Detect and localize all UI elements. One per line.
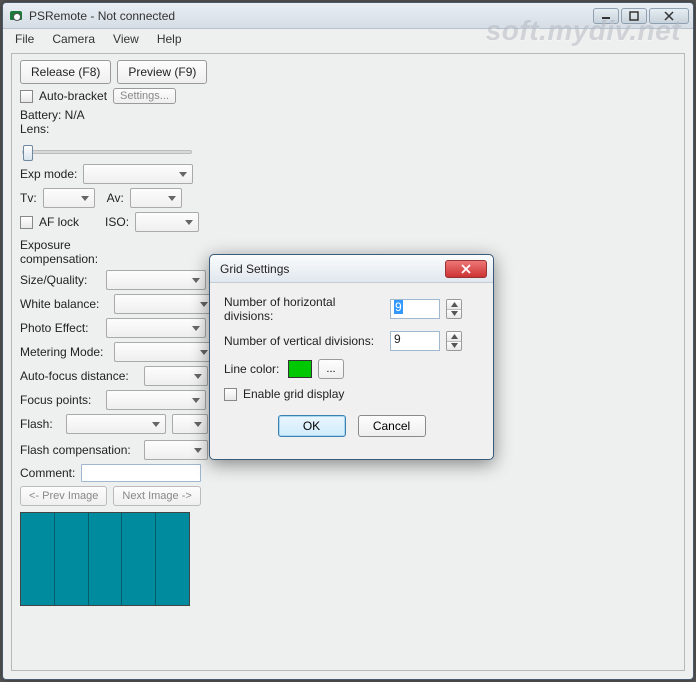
tv-label: Tv: bbox=[20, 191, 37, 205]
app-icon bbox=[9, 9, 25, 23]
preview-thumbnail-strip bbox=[20, 512, 190, 606]
preview-button[interactable]: Preview (F9) bbox=[117, 60, 207, 84]
vdiv-spinner[interactable] bbox=[446, 331, 462, 351]
expmode-combo[interactable] bbox=[83, 164, 193, 184]
flashcomp-label: Flash compensation: bbox=[20, 443, 138, 457]
hdiv-input[interactable]: 9 bbox=[390, 299, 440, 319]
aflock-checkbox[interactable] bbox=[20, 216, 33, 229]
dialog-titlebar[interactable]: Grid Settings bbox=[210, 255, 493, 283]
tv-combo[interactable] bbox=[43, 188, 95, 208]
enable-grid-checkbox[interactable] bbox=[224, 388, 237, 401]
whitebalance-combo[interactable] bbox=[114, 294, 214, 314]
vdiv-label: Number of vertical divisions: bbox=[224, 334, 384, 348]
hdiv-spinner[interactable] bbox=[446, 299, 462, 319]
expcomp-label: Exposure compensation: bbox=[20, 238, 150, 266]
sizequality-label: Size/Quality: bbox=[20, 273, 100, 287]
comment-label: Comment: bbox=[20, 466, 75, 480]
menu-camera[interactable]: Camera bbox=[44, 30, 103, 48]
photoeffect-label: Photo Effect: bbox=[20, 321, 100, 335]
lens-status: Lens: bbox=[20, 122, 676, 136]
chevron-up-icon bbox=[447, 300, 461, 310]
flash-sub-combo[interactable] bbox=[172, 414, 208, 434]
dialog-close-button[interactable] bbox=[445, 260, 487, 278]
flash-combo[interactable] bbox=[66, 414, 166, 434]
afdistance-label: Auto-focus distance: bbox=[20, 369, 138, 383]
vdiv-input[interactable]: 9 bbox=[390, 331, 440, 351]
window-title: PSRemote - Not connected bbox=[29, 9, 175, 23]
iso-label: ISO: bbox=[105, 215, 129, 229]
prev-image-button[interactable]: <- Prev Image bbox=[20, 486, 107, 506]
cancel-button[interactable]: Cancel bbox=[358, 415, 426, 437]
chevron-down-icon bbox=[447, 310, 461, 319]
sizequality-combo[interactable] bbox=[106, 270, 206, 290]
focuspoints-combo[interactable] bbox=[106, 390, 206, 410]
whitebalance-label: White balance: bbox=[20, 297, 108, 311]
zoom-slider-thumb[interactable] bbox=[23, 145, 33, 161]
enable-grid-label: Enable grid display bbox=[243, 387, 344, 401]
hdiv-label: Number of horizontal divisions: bbox=[224, 295, 384, 323]
flashcomp-combo[interactable] bbox=[144, 440, 208, 460]
autobracket-label: Auto-bracket bbox=[39, 89, 107, 103]
menu-help[interactable]: Help bbox=[149, 30, 190, 48]
comment-input[interactable] bbox=[81, 464, 201, 482]
av-combo[interactable] bbox=[130, 188, 182, 208]
linecolor-label: Line color: bbox=[224, 362, 282, 376]
menu-file[interactable]: File bbox=[7, 30, 42, 48]
aflock-label: AF lock bbox=[39, 215, 79, 229]
menu-view[interactable]: View bbox=[105, 30, 147, 48]
iso-combo[interactable] bbox=[135, 212, 199, 232]
watermark: soft.mydiv.net bbox=[486, 15, 681, 47]
dialog-title: Grid Settings bbox=[220, 262, 289, 276]
autobracket-checkbox[interactable] bbox=[20, 90, 33, 103]
chevron-down-icon bbox=[447, 342, 461, 351]
flash-label: Flash: bbox=[20, 417, 60, 431]
ok-button[interactable]: OK bbox=[278, 415, 346, 437]
metering-combo[interactable] bbox=[114, 342, 214, 362]
zoom-slider[interactable] bbox=[22, 150, 192, 154]
linecolor-browse-button[interactable]: ... bbox=[318, 359, 344, 379]
autobracket-settings-button[interactable]: Settings... bbox=[113, 88, 176, 104]
afdistance-combo[interactable] bbox=[144, 366, 208, 386]
linecolor-swatch bbox=[288, 360, 312, 378]
photoeffect-combo[interactable] bbox=[106, 318, 206, 338]
focuspoints-label: Focus points: bbox=[20, 393, 100, 407]
chevron-up-icon bbox=[447, 332, 461, 342]
next-image-button[interactable]: Next Image -> bbox=[113, 486, 200, 506]
release-button[interactable]: Release (F8) bbox=[20, 60, 111, 84]
metering-label: Metering Mode: bbox=[20, 345, 108, 359]
av-label: Av: bbox=[107, 191, 124, 205]
grid-settings-dialog: Grid Settings Number of horizontal divis… bbox=[209, 254, 494, 460]
expmode-label: Exp mode: bbox=[20, 167, 77, 181]
battery-status: Battery: N/A bbox=[20, 108, 676, 122]
